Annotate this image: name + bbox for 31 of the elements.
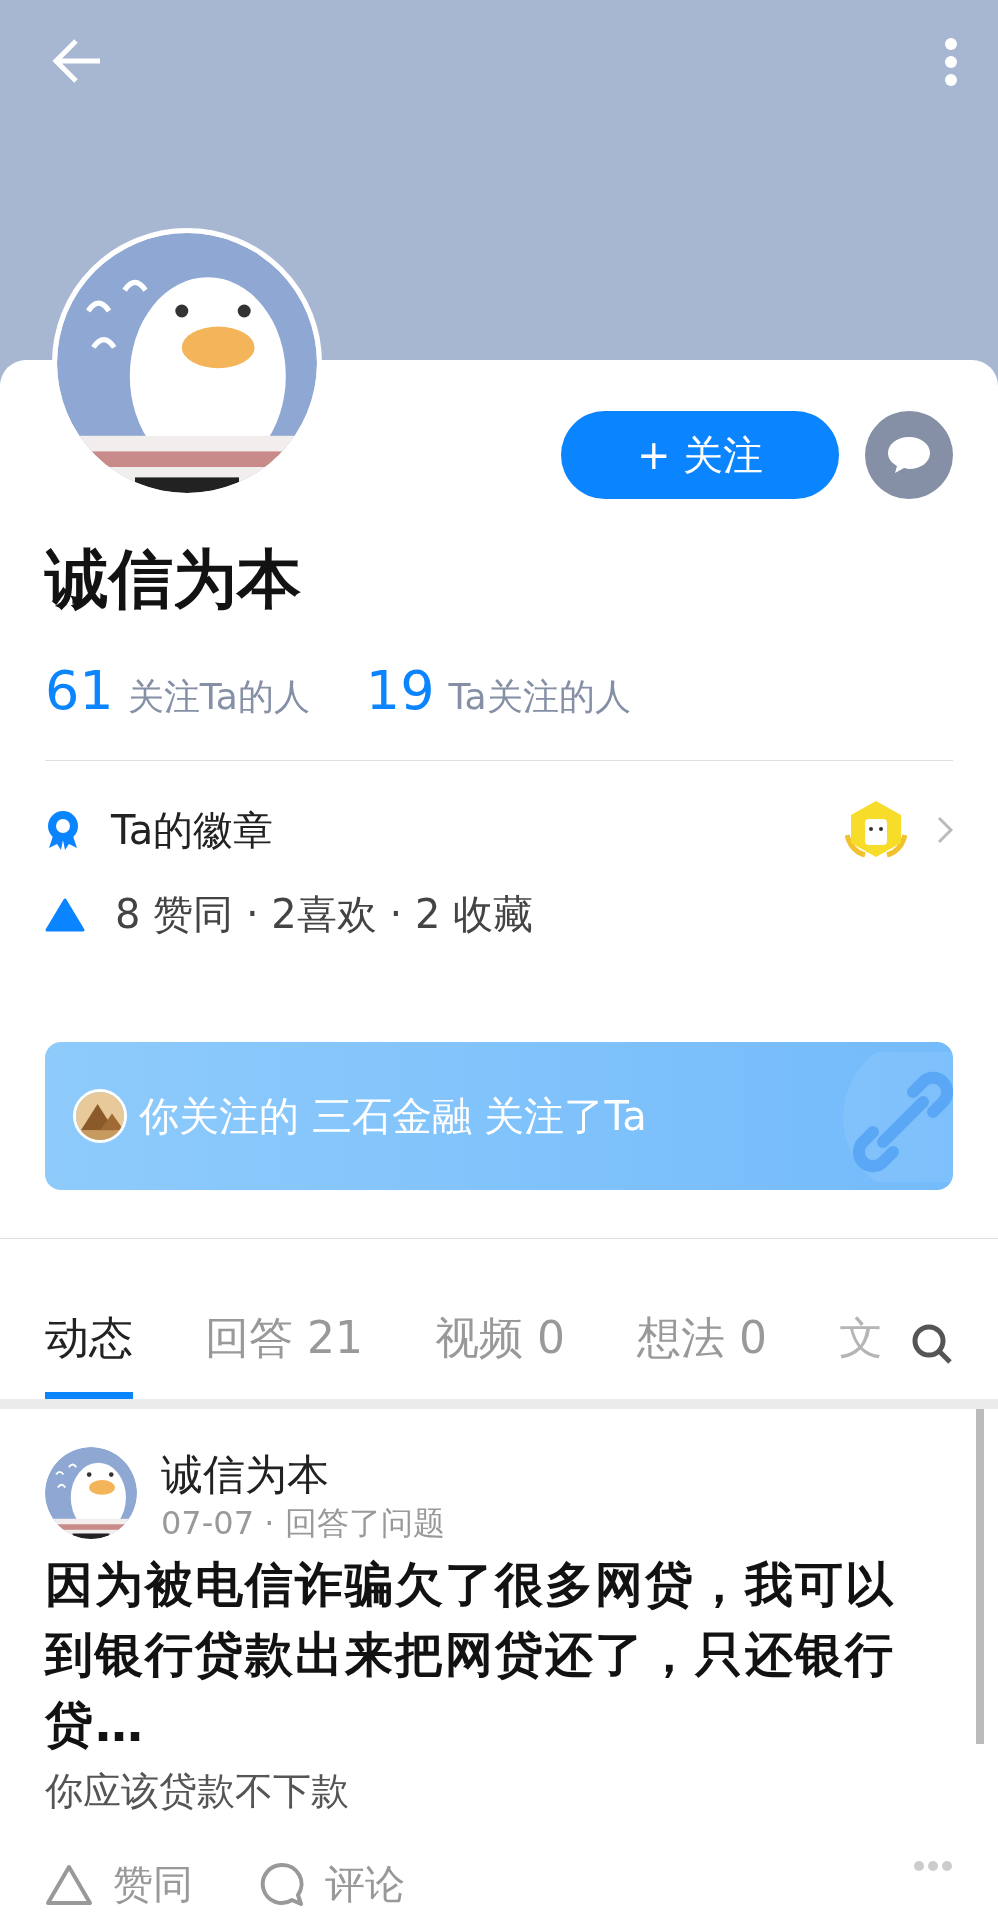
triangle-icon — [45, 1863, 93, 1906]
post-meta: 07-07 · 回答了问题 — [161, 1503, 445, 1543]
comment-button[interactable]: 评论 — [259, 1857, 405, 1912]
triangle-icon — [45, 897, 85, 932]
post-author[interactable]: 诚信为本 — [161, 1447, 445, 1503]
mutual-follow-banner[interactable]: 你关注的 三石金融 关注了Ta — [45, 1042, 953, 1190]
medal-icon — [45, 810, 81, 850]
tab[interactable]: 视频 0 — [435, 1309, 565, 1399]
post-excerpt[interactable]: 你应该贷款不下款 — [45, 1763, 933, 1819]
more-icon[interactable] — [913, 1860, 953, 1872]
tab[interactable]: 文 — [838, 1309, 883, 1399]
badges-label[interactable]: Ta的徽章 — [111, 802, 274, 858]
tab[interactable]: 想法 0 — [636, 1309, 767, 1399]
stat-count[interactable]: 19 — [365, 659, 435, 722]
follow-button[interactable]: + 关注 — [561, 411, 839, 499]
chevron-right-icon[interactable] — [937, 816, 953, 844]
profile-name: 诚信为本 — [45, 541, 302, 618]
achievements-text: 8 赞同 · 2喜欢 · 2 收藏 — [115, 890, 534, 939]
comment-icon — [259, 1861, 305, 1908]
stat-label[interactable]: Ta关注的人 — [448, 673, 631, 722]
like-button[interactable]: 赞同 — [45, 1857, 193, 1912]
post-title[interactable]: 因为被电信诈骗欠了很多网贷，我可以到银行贷款出来把网贷还了，只还银行贷… — [45, 1549, 933, 1759]
scrollbar[interactable] — [976, 1409, 984, 1744]
search-icon[interactable] — [911, 1323, 953, 1365]
back-icon[interactable] — [52, 38, 102, 84]
tab[interactable]: 回答 21 — [205, 1309, 363, 1399]
mutual-follow-text: 你关注的 三石金融 关注了Ta — [139, 1091, 647, 1141]
stat-count[interactable]: 61 — [45, 659, 114, 722]
more-icon[interactable] — [944, 38, 958, 86]
stat-label[interactable]: 关注Ta的人 — [127, 673, 310, 722]
chat-bubble-icon — [886, 435, 932, 475]
